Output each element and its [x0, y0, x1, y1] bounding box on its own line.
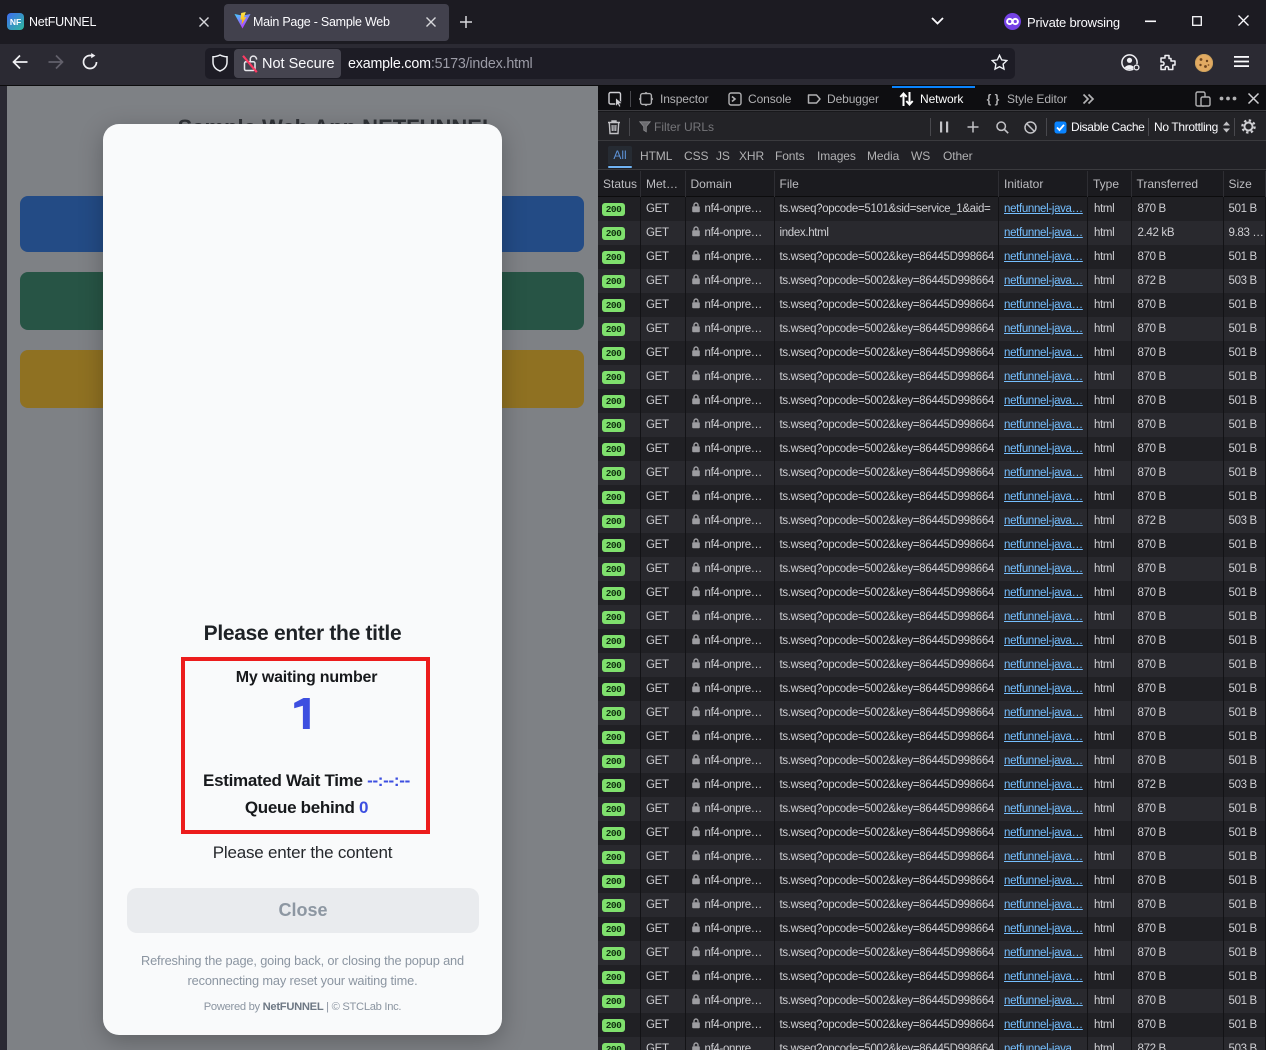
svg-text:{ }: { } [987, 92, 1000, 106]
svg-text:NF: NF [10, 17, 21, 27]
